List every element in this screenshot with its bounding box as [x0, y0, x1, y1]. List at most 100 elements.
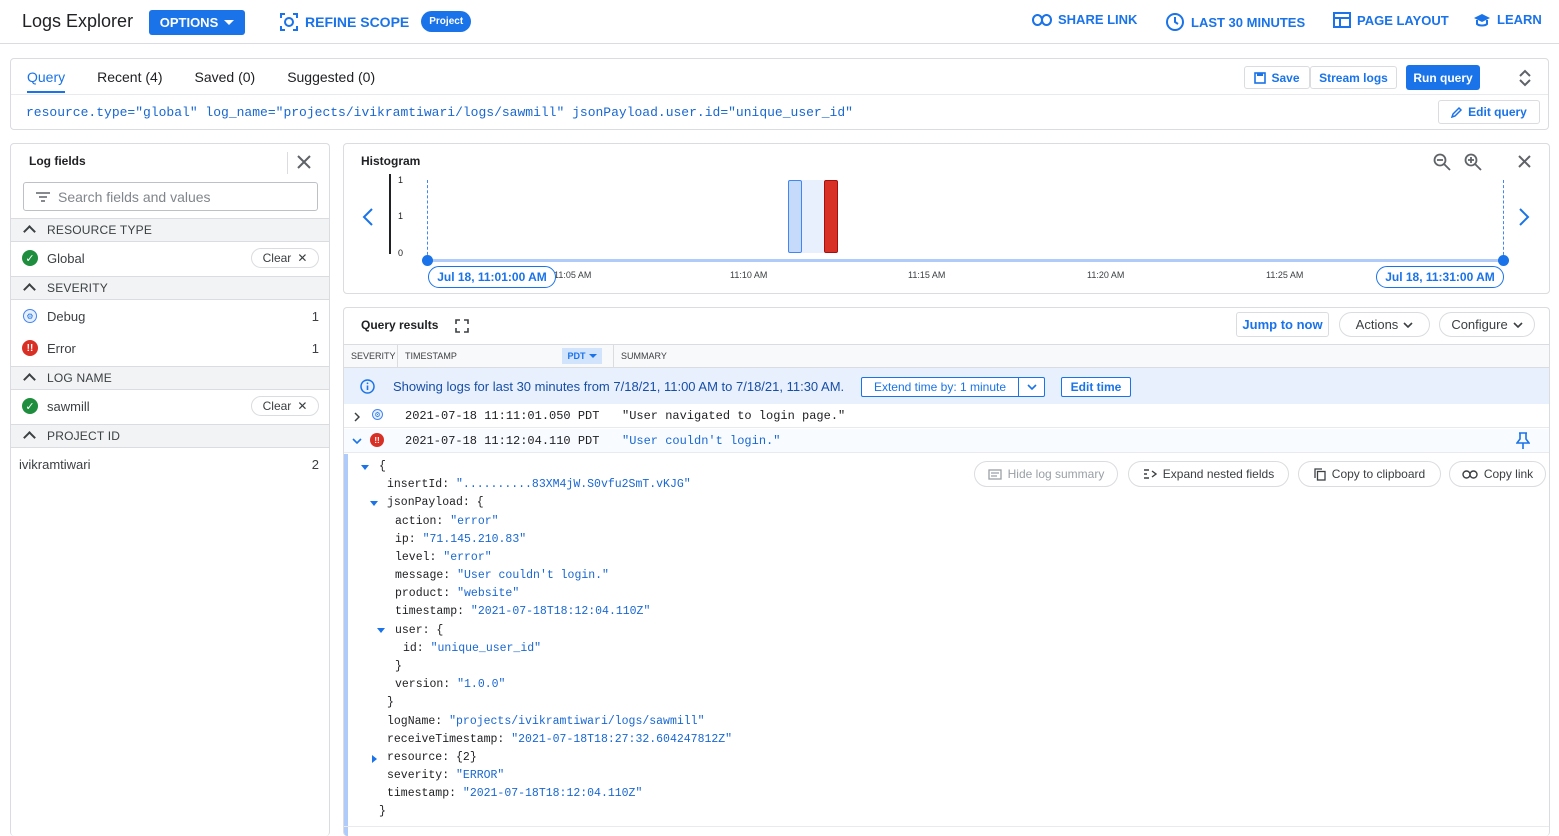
query-tabs: Query Recent (4) Saved (0) Suggested (0) [27, 69, 407, 93]
tab-recent[interactable]: Recent (4) [97, 69, 162, 93]
clock-icon [1166, 13, 1184, 31]
share-link-button[interactable]: SHARE LINK [1032, 12, 1137, 27]
save-button[interactable]: Save [1244, 66, 1310, 89]
learn-button[interactable]: LEARN [1473, 12, 1542, 27]
col-severity[interactable]: SEVERITY [351, 351, 396, 361]
query-panel: Query Recent (4) Saved (0) Suggested (0)… [10, 58, 1549, 130]
caret-down-icon [588, 354, 597, 358]
clear-global-chip[interactable]: Clear ✕ [251, 248, 319, 268]
close-icon[interactable] [1518, 155, 1531, 168]
page-layout-button[interactable]: PAGE LAYOUT [1333, 12, 1449, 28]
expand-triangle-icon[interactable] [372, 755, 377, 763]
json-line: ip: "71.145.210.83" [395, 533, 527, 546]
edit-query-label: Edit query [1468, 105, 1527, 119]
tab-suggested[interactable]: Suggested (0) [287, 69, 375, 93]
actions-button[interactable]: Actions [1339, 312, 1430, 337]
section-severity[interactable]: SEVERITY [11, 276, 329, 300]
copy-link-label: Copy link [1483, 467, 1534, 481]
timezone-select[interactable]: PDT [562, 348, 602, 364]
field-row-debug[interactable]: ⚙ Debug 1 [11, 301, 329, 331]
timezone-label: PDT [567, 351, 586, 361]
range-start-handle[interactable] [422, 255, 433, 266]
chevron-right-icon[interactable] [354, 412, 360, 422]
log-summary: "User navigated to login page." [622, 408, 846, 423]
field-row-error[interactable]: !! Error 1 [11, 333, 329, 363]
collapse-triangle-icon[interactable] [377, 628, 385, 633]
run-query-button[interactable]: Run query [1406, 65, 1480, 90]
histogram-bar-error[interactable] [824, 180, 838, 253]
query-results-title: Query results [361, 318, 439, 332]
pin-icon[interactable] [1516, 432, 1530, 450]
jump-to-now-label: Jump to now [1242, 317, 1323, 332]
info-banner: Showing logs for last 30 minutes from 7/… [344, 368, 1549, 404]
x-tick: 11:20 AM [1087, 270, 1125, 280]
expand-collapse-icon[interactable] [1518, 69, 1532, 87]
field-row-sawmill[interactable]: ✓ sawmill Clear ✕ [11, 391, 329, 421]
chevron-down-icon[interactable] [352, 438, 362, 444]
summary-icon [987, 468, 1002, 480]
query-text[interactable]: resource.type="global" log_name="project… [26, 105, 853, 120]
zoom-out-icon[interactable] [1433, 153, 1451, 171]
section-project-id[interactable]: PROJECT ID [11, 424, 329, 448]
section-log-name[interactable]: LOG NAME [11, 366, 329, 390]
histogram-bar-debug[interactable] [788, 180, 802, 253]
json-line: version: "1.0.0" [395, 678, 506, 691]
extend-time-dropdown[interactable] [1019, 378, 1044, 396]
field-label: Global [47, 250, 85, 266]
end-time-chip[interactable]: Jul 18, 11:31:00 AM [1376, 266, 1504, 288]
tab-query[interactable]: Query [27, 69, 66, 93]
field-label: Debug [47, 308, 86, 324]
edit-time-button[interactable]: Edit time [1061, 377, 1131, 397]
y-axis [389, 174, 392, 254]
refine-scope-button[interactable]: REFINE SCOPE Project [279, 11, 472, 32]
time-range-button[interactable]: LAST 30 MINUTES [1165, 12, 1305, 32]
tab-saved[interactable]: Saved (0) [194, 69, 255, 93]
search-fields-input[interactable]: Search fields and values [23, 182, 318, 211]
run-query-label: Run query [1413, 70, 1473, 85]
expand-nested-fields-button[interactable]: Expand nested fields [1128, 461, 1289, 487]
json-line: insertId: "..........83XM4jW.S0vfu2SmT.v… [387, 478, 691, 491]
fullscreen-icon[interactable] [455, 319, 469, 333]
collapse-triangle-icon[interactable] [370, 501, 378, 506]
save-label: Save [1271, 70, 1300, 85]
col-summary[interactable]: SUMMARY [621, 351, 667, 361]
json-line: jsonPayload: { [387, 496, 484, 509]
extend-time-label[interactable]: Extend time by: 1 minute [862, 378, 1019, 396]
log-row-expanded[interactable]: !! 2021-07-18 11:12:04.110 PDT "User cou… [344, 429, 1549, 453]
edit-query-button[interactable]: Edit query [1438, 100, 1540, 124]
extend-time-control[interactable]: Extend time by: 1 minute [861, 377, 1045, 397]
json-line: { [379, 460, 386, 473]
stream-logs-button[interactable]: Stream logs [1310, 66, 1397, 89]
field-row-global[interactable]: ✓ Global Clear ✕ [11, 243, 329, 273]
project-badge: Project [421, 11, 472, 32]
section-resource-type[interactable]: RESOURCE TYPE [11, 218, 329, 242]
hide-log-summary-label: Hide log summary [1007, 467, 1105, 481]
chevron-left-icon[interactable] [362, 207, 374, 227]
col-timestamp[interactable]: TIMESTAMP [405, 351, 457, 361]
layout-icon [1333, 12, 1351, 28]
field-row-project[interactable]: ivikramtiwari 2 [11, 449, 329, 479]
x-tick: 11:10 AM [730, 270, 768, 280]
log-row[interactable]: ⚙ 2021-07-18 11:11:01.050 PDT "User navi… [344, 404, 1549, 428]
clear-sawmill-chip[interactable]: Clear ✕ [251, 396, 319, 416]
hide-log-summary-button[interactable]: Hide log summary [974, 461, 1118, 487]
collapse-triangle-icon[interactable] [361, 465, 369, 470]
copy-to-clipboard-button[interactable]: Copy to clipboard [1298, 461, 1441, 487]
expand-nested-fields-label: Expand nested fields [1162, 467, 1275, 481]
chevron-right-icon[interactable] [1518, 207, 1530, 227]
close-icon[interactable] [297, 155, 311, 169]
zoom-in-icon[interactable] [1464, 153, 1482, 171]
copy-link-button[interactable]: Copy link [1449, 461, 1546, 487]
start-time-chip[interactable]: Jul 18, 11:01:00 AM [428, 266, 556, 288]
histogram-highlight [802, 180, 824, 253]
log-summary: "User couldn't login." [622, 433, 781, 448]
caret-down-icon [224, 20, 235, 25]
section-label: LOG NAME [47, 371, 112, 385]
jump-to-now-button[interactable]: Jump to now [1236, 312, 1329, 337]
range-end-handle[interactable] [1498, 255, 1509, 266]
configure-button[interactable]: Configure [1439, 312, 1535, 337]
log-fields-title: Log fields [29, 154, 86, 168]
field-label: Error [47, 340, 76, 356]
options-button[interactable]: OPTIONS [149, 10, 245, 35]
info-icon [360, 379, 375, 394]
